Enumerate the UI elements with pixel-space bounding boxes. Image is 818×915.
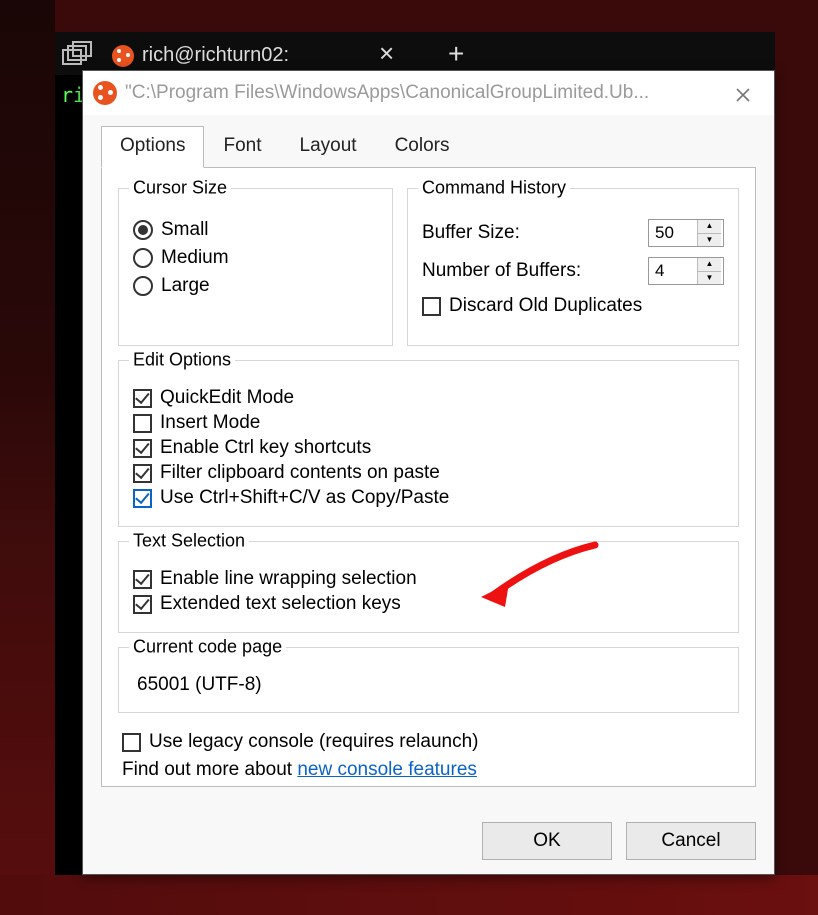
- tab-font[interactable]: Font: [204, 126, 280, 168]
- close-button[interactable]: [720, 80, 766, 106]
- tab-layout[interactable]: Layout: [281, 126, 376, 168]
- dialog-titlebar: "C:\Program Files\WindowsApps\CanonicalG…: [83, 71, 774, 115]
- background-bottom-strip: [0, 875, 818, 915]
- checkbox-legacy-console[interactable]: Use legacy console (requires relaunch): [122, 731, 739, 753]
- group-legend: Edit Options: [129, 350, 235, 371]
- cascade-windows-icon: [62, 41, 92, 67]
- ubuntu-icon: [112, 45, 134, 67]
- num-buffers-label: Number of Buffers:: [422, 260, 581, 282]
- checkbox-icon: [122, 733, 141, 752]
- checkbox-label: Filter clipboard contents on paste: [160, 462, 440, 484]
- ok-button[interactable]: OK: [482, 822, 612, 860]
- group-legend: Cursor Size: [129, 178, 231, 199]
- group-code-page: Current code page 65001 (UTF-8): [118, 647, 739, 713]
- group-legend: Current code page: [129, 637, 286, 658]
- tab-panel-options: Cursor Size Small Medium Large Command H…: [101, 167, 756, 787]
- checkbox-icon: [133, 489, 152, 508]
- properties-dialog: "C:\Program Files\WindowsApps\CanonicalG…: [82, 70, 775, 875]
- checkbox-icon: [133, 414, 152, 433]
- find-more-text: Find out more about new console features: [122, 759, 739, 781]
- dialog-buttons: OK Cancel: [482, 822, 756, 860]
- code-page-value: 65001 (UTF-8): [133, 674, 724, 696]
- new-tab-icon[interactable]: +: [448, 40, 464, 68]
- checkbox-filter-clipboard[interactable]: Filter clipboard contents on paste: [133, 462, 724, 484]
- checkbox-extended-keys[interactable]: Extended text selection keys: [133, 593, 724, 615]
- radio-icon: [133, 276, 153, 296]
- num-buffers-spinner[interactable]: ▲▼: [648, 257, 724, 285]
- checkbox-label: Insert Mode: [160, 412, 260, 434]
- checkbox-quickedit[interactable]: QuickEdit Mode: [133, 387, 724, 409]
- radio-icon: [133, 248, 153, 268]
- tab-options[interactable]: Options: [101, 126, 204, 168]
- checkbox-line-wrapping[interactable]: Enable line wrapping selection: [133, 568, 724, 590]
- checkbox-icon: [133, 570, 152, 589]
- dialog-title: "C:\Program Files\WindowsApps\CanonicalG…: [125, 82, 720, 104]
- checkbox-label: Extended text selection keys: [160, 593, 401, 615]
- buffer-size-label: Buffer Size:: [422, 222, 520, 244]
- spinner-arrows[interactable]: ▲▼: [697, 258, 721, 284]
- checkbox-icon: [133, 595, 152, 614]
- radio-label: Medium: [161, 247, 229, 269]
- radio-cursor-medium[interactable]: Medium: [133, 247, 378, 269]
- checkbox-insert-mode[interactable]: Insert Mode: [133, 412, 724, 434]
- checkbox-ctrl-shortcuts[interactable]: Enable Ctrl key shortcuts: [133, 437, 724, 459]
- background-left-strip: [0, 0, 55, 915]
- radio-label: Small: [161, 219, 209, 241]
- checkbox-icon: [133, 439, 152, 458]
- checkbox-label: Discard Old Duplicates: [449, 295, 642, 317]
- checkbox-discard-duplicates[interactable]: Discard Old Duplicates: [422, 295, 724, 317]
- ubuntu-icon: [93, 81, 117, 105]
- group-legend: Text Selection: [129, 531, 249, 552]
- checkbox-icon: [422, 297, 441, 316]
- cancel-button[interactable]: Cancel: [626, 822, 756, 860]
- radio-label: Large: [161, 275, 210, 297]
- checkbox-icon: [133, 389, 152, 408]
- group-command-history: Command History Buffer Size: ▲▼ Number o…: [407, 188, 739, 346]
- group-legend: Command History: [418, 178, 570, 199]
- checkbox-label: Enable line wrapping selection: [160, 568, 417, 590]
- num-buffers-input[interactable]: [649, 258, 697, 284]
- radio-cursor-large[interactable]: Large: [133, 275, 378, 297]
- radio-cursor-small[interactable]: Small: [133, 219, 378, 241]
- checkbox-label: Use legacy console (requires relaunch): [149, 731, 479, 753]
- buffer-size-spinner[interactable]: ▲▼: [648, 219, 724, 247]
- checkbox-label: QuickEdit Mode: [160, 387, 294, 409]
- buffer-size-input[interactable]: [649, 220, 697, 246]
- group-edit-options: Edit Options QuickEdit Mode Insert Mode …: [118, 360, 739, 527]
- dialog-tabs: Options Font Layout Colors: [83, 115, 774, 167]
- checkbox-label: Use Ctrl+Shift+C/V as Copy/Paste: [160, 487, 449, 509]
- checkbox-label: Enable Ctrl key shortcuts: [160, 437, 371, 459]
- group-cursor-size: Cursor Size Small Medium Large: [118, 188, 393, 346]
- checkbox-ctrl-shift-copy-paste[interactable]: Use Ctrl+Shift+C/V as Copy/Paste: [133, 487, 724, 509]
- new-console-features-link[interactable]: new console features: [297, 759, 477, 780]
- radio-icon: [133, 220, 153, 240]
- terminal-tab-title: rich@richturn02:: [142, 44, 289, 67]
- find-more-prefix: Find out more about: [122, 759, 297, 780]
- tab-colors[interactable]: Colors: [376, 126, 469, 168]
- tab-close-icon[interactable]: ×: [379, 40, 394, 66]
- group-text-selection: Text Selection Enable line wrapping sele…: [118, 541, 739, 633]
- checkbox-icon: [133, 464, 152, 483]
- spinner-arrows[interactable]: ▲▼: [697, 220, 721, 246]
